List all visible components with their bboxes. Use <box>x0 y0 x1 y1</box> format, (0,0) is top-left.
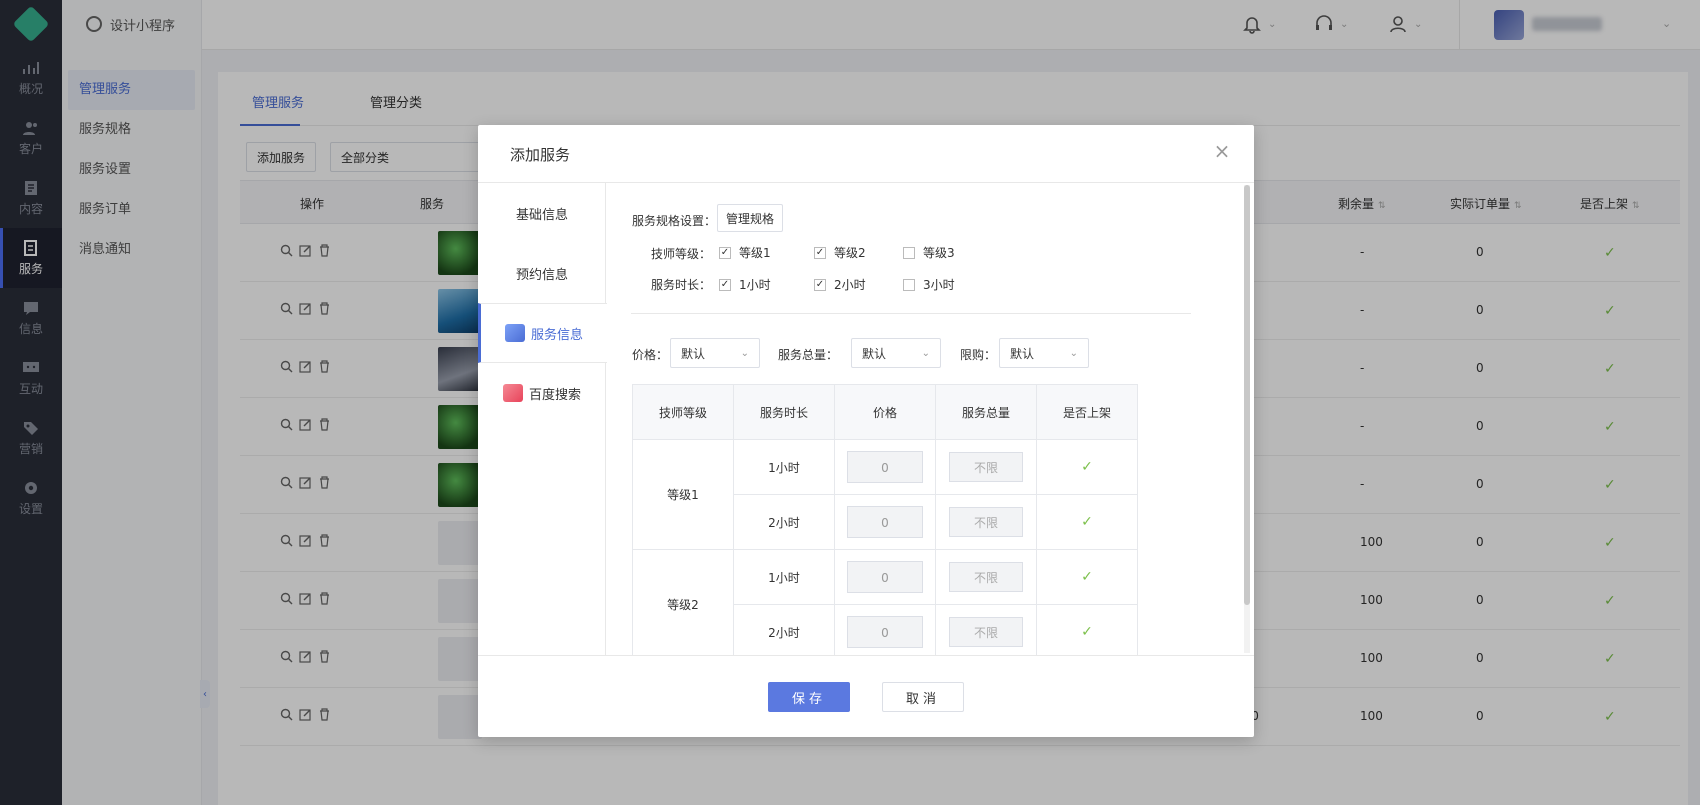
level-3-checkbox[interactable]: 等级3 <box>903 244 955 261</box>
duration-cell: 1小时 <box>733 439 835 495</box>
level-cell: 等级2 <box>632 549 734 655</box>
checkbox-box: ✓ <box>719 246 731 259</box>
dialog-body: 服务规格设置： 管理规格 技师等级： ✓ 等级1 ✓ 等级2 等级3 服务时长： ✓… <box>607 183 1254 655</box>
dialog-side-tabs: 基础信息 预约信息 服务信息 百度搜索 <box>478 183 607 655</box>
service-info-icon <box>504 324 525 342</box>
checkbox-box: ✓ <box>814 246 826 259</box>
chevron-down-icon: ⌄ <box>740 347 749 359</box>
price-cell: 0 <box>834 604 936 655</box>
price-cell: 0 <box>834 494 936 550</box>
checkbox-box <box>903 278 915 291</box>
checkbox-box: ✓ <box>719 278 731 291</box>
dialog-footer-divider <box>478 655 1254 656</box>
th-level: 技师等级 <box>632 384 734 440</box>
total-cell: 不限 <box>935 494 1037 550</box>
close-icon[interactable]: × <box>1212 141 1232 161</box>
check-icon[interactable]: ✓ <box>1081 569 1093 585</box>
total-select-value: 默认 <box>862 346 887 361</box>
listed-cell: ✓ <box>1036 604 1138 655</box>
price-input[interactable]: 0 <box>847 561 923 593</box>
dialog-scrollbar-thumb[interactable] <box>1244 185 1250 605</box>
th-duration: 服务时长 <box>733 384 835 440</box>
duration-2h-checkbox[interactable]: ✓ 2小时 <box>814 276 866 293</box>
price-select[interactable]: 默认 ⌄ <box>670 338 760 368</box>
check-icon[interactable]: ✓ <box>1081 624 1093 640</box>
spec-setting-label: 服务规格设置： <box>632 214 717 228</box>
level-cell: 等级1 <box>632 439 734 550</box>
price-input[interactable]: 0 <box>847 451 923 483</box>
listed-cell: ✓ <box>1036 439 1138 495</box>
total-input[interactable]: 不限 <box>949 452 1023 482</box>
total-input[interactable]: 不限 <box>949 617 1023 647</box>
section-divider <box>631 313 1191 314</box>
cancel-button[interactable]: 取消 <box>882 682 964 712</box>
price-cell: 0 <box>834 439 936 495</box>
duration-cell: 2小时 <box>733 494 835 550</box>
th-price: 价格 <box>834 384 936 440</box>
save-button[interactable]: 保存 <box>768 682 850 712</box>
duration-cell: 2小时 <box>733 604 835 655</box>
level-2-label: 等级2 <box>834 246 866 260</box>
price-label: 价格： <box>632 348 669 362</box>
duration-1h-label: 1小时 <box>739 278 771 292</box>
tab-baidu-search[interactable]: 百度搜索 <box>478 363 606 423</box>
duration-2h-label: 2小时 <box>834 278 866 292</box>
level-label: 技师等级： <box>651 247 712 261</box>
level-2-checkbox[interactable]: ✓ 等级2 <box>814 244 866 261</box>
duration-label: 服务时长： <box>651 278 712 292</box>
price-input[interactable]: 0 <box>847 506 923 538</box>
limit-label: 限购： <box>960 348 997 362</box>
total-cell: 不限 <box>935 549 1037 605</box>
spec-row: 等级2 1小时 0 不限 ✓ <box>632 549 1138 655</box>
duration-1h-checkbox[interactable]: ✓ 1小时 <box>719 276 771 293</box>
price-cell: 0 <box>834 549 936 605</box>
checkbox-box: ✓ <box>814 278 826 291</box>
duration-3h-label: 3小时 <box>923 278 955 292</box>
spec-table: 技师等级 服务时长 价格 服务总量 是否上架 等级1 1小时 0 不限 ✓ 2小… <box>632 384 1138 655</box>
price-select-value: 默认 <box>681 346 706 361</box>
th-listed: 是否上架 <box>1036 384 1138 440</box>
level-1-label: 等级1 <box>739 246 771 260</box>
tab-service-info[interactable]: 服务信息 <box>478 303 607 363</box>
baidu-icon <box>502 384 523 402</box>
limit-select-value: 默认 <box>1010 346 1035 361</box>
check-icon[interactable]: ✓ <box>1081 514 1093 530</box>
chevron-down-icon: ⌄ <box>921 347 930 359</box>
chevron-down-icon: ⌄ <box>1069 347 1078 359</box>
spec-table-header: 技师等级 服务时长 价格 服务总量 是否上架 <box>632 384 1138 440</box>
tab-service-info-label: 服务信息 <box>530 327 583 343</box>
tab-baidu-search-label: 百度搜索 <box>528 387 581 403</box>
manage-spec-button[interactable]: 管理规格 <box>717 204 783 232</box>
checkbox-box <box>903 246 915 259</box>
total-cell: 不限 <box>935 604 1037 655</box>
total-select[interactable]: 默认 ⌄ <box>851 338 941 368</box>
check-icon[interactable]: ✓ <box>1081 459 1093 475</box>
listed-cell: ✓ <box>1036 549 1138 605</box>
listed-cell: ✓ <box>1036 494 1138 550</box>
total-input[interactable]: 不限 <box>949 562 1023 592</box>
dialog-title: 添加服务 <box>510 146 571 164</box>
limit-select[interactable]: 默认 ⌄ <box>999 338 1089 368</box>
level-3-label: 等级3 <box>923 246 955 260</box>
tab-basic-info[interactable]: 基础信息 <box>478 183 606 243</box>
duration-3h-checkbox[interactable]: 3小时 <box>903 276 955 293</box>
th-total: 服务总量 <box>935 384 1037 440</box>
spec-row: 等级1 1小时 0 不限 ✓ <box>632 439 1138 550</box>
add-service-dialog: 添加服务 × 基础信息 预约信息 服务信息 百度搜索 服务规格设置： 管理规格 … <box>478 125 1254 737</box>
total-cell: 不限 <box>935 439 1037 495</box>
tab-booking-info[interactable]: 预约信息 <box>478 243 606 303</box>
duration-cell: 1小时 <box>733 549 835 605</box>
level-1-checkbox[interactable]: ✓ 等级1 <box>719 244 771 261</box>
price-input[interactable]: 0 <box>847 616 923 648</box>
total-input[interactable]: 不限 <box>949 507 1023 537</box>
total-label: 服务总量： <box>778 348 839 362</box>
